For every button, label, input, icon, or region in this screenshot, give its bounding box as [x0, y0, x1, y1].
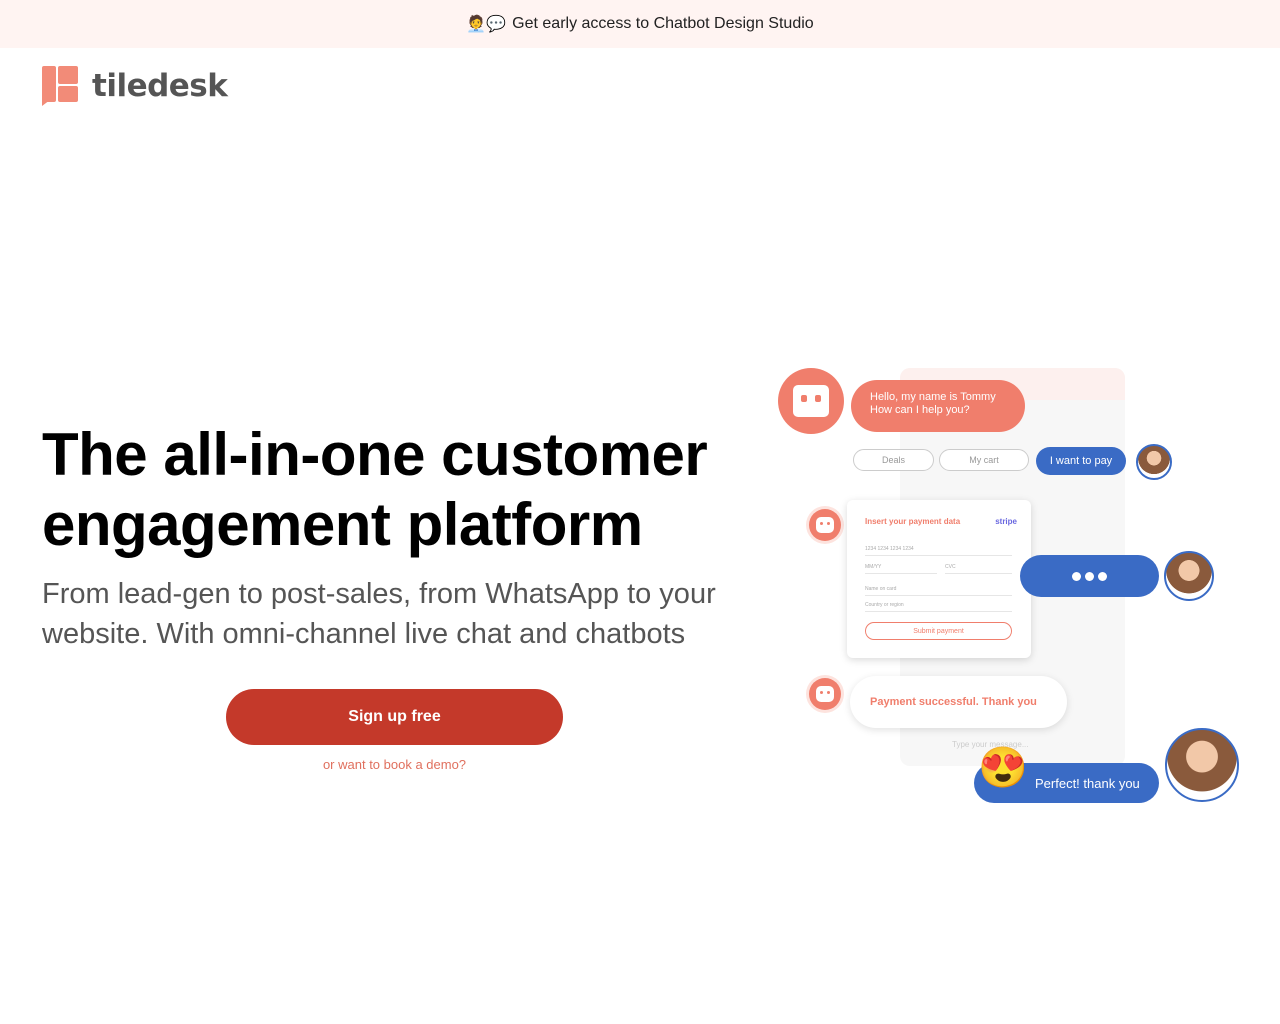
bot-avatar-small-icon [809, 509, 841, 541]
tiledesk-logo-icon [42, 66, 78, 106]
user-avatar-medium [1164, 551, 1214, 601]
typing-indicator [1020, 555, 1159, 597]
user-choice-bubble: I want to pay [1036, 447, 1126, 475]
quick-reply-my-cart: My cart [939, 449, 1029, 471]
banner-text: Get early access to Chatbot Design Studi… [512, 15, 814, 32]
submit-payment-button: Submit payment [865, 622, 1012, 640]
bot-greeting-line1: Hello, my name is Tommy [870, 391, 996, 403]
chat-illustration: Hello, my name is Tommy How can I help y… [770, 360, 1250, 820]
country-field: Country or region [865, 602, 1012, 612]
hero-subtitle: From lead-gen to post-sales, from WhatsA… [42, 578, 716, 650]
announcement-banner[interactable]: 🧑‍💼💬 Get early access to Chatbot Design … [0, 0, 1280, 48]
book-demo-link[interactable]: or want to book a demo? [226, 757, 563, 772]
bot-avatar-icon [778, 368, 844, 434]
bot-greeting-line2: How can I help you? [870, 404, 970, 416]
payment-card-title: Insert your payment data [865, 517, 961, 526]
logo-text: tiledesk [92, 68, 228, 104]
name-on-card-field: Name on card [865, 586, 1012, 596]
user-avatar-small [1136, 444, 1172, 480]
banner-emoji-icon: 🧑‍💼💬 [466, 16, 507, 33]
tiledesk-logo[interactable]: tiledesk [42, 66, 228, 106]
sign-up-button[interactable]: Sign up free [226, 689, 563, 745]
payment-success-bubble: Payment successful. Thank you [850, 676, 1067, 728]
user-avatar-large [1165, 728, 1239, 802]
hero-title: The all-in-one customer engagement platf… [42, 421, 708, 558]
quick-reply-deals: Deals [853, 449, 934, 471]
bot-avatar-small-icon [809, 678, 841, 710]
expiry-field: MM/YY [865, 564, 937, 574]
heart-eyes-emoji-icon: 😍 [978, 746, 1028, 790]
cvc-field: CVC [945, 564, 1012, 574]
bot-greeting-bubble: Hello, my name is Tommy How can I help y… [851, 380, 1025, 432]
payment-card: Insert your payment data stripe 1234 123… [847, 500, 1031, 658]
card-number-field: 1234 1234 1234 1234 [865, 546, 1012, 556]
stripe-logo: stripe [995, 517, 1017, 526]
